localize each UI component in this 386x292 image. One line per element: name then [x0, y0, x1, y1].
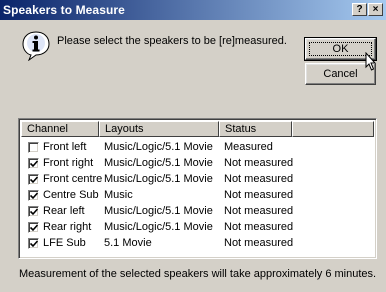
checkmark-icon [30, 192, 38, 200]
checkmark-icon [30, 176, 38, 184]
table-row[interactable]: Front right Music/Logic/5.1 Movie Not me… [21, 156, 375, 172]
status-cell: Not measured [224, 221, 294, 233]
table-row[interactable]: LFE Sub 5.1 Movie Not measured [21, 236, 375, 252]
channel-cell: Rear left [43, 205, 85, 217]
checkbox[interactable] [28, 174, 39, 185]
info-icon [22, 31, 50, 61]
table-row[interactable]: Rear right Music/Logic/5.1 Movie Not mea… [21, 220, 375, 236]
checkbox[interactable] [28, 158, 39, 169]
column-header-channel[interactable]: Channel [21, 121, 99, 137]
layouts-cell: Music/Logic/5.1 Movie [104, 157, 213, 169]
channel-cell: Front left [43, 141, 87, 153]
layouts-cell: Music/Logic/5.1 Movie [104, 221, 213, 233]
layouts-cell: Music/Logic/5.1 Movie [104, 141, 213, 153]
speaker-list[interactable]: Channel Layouts Status Front left Music/… [18, 118, 377, 259]
focus-rect [309, 42, 372, 56]
cancel-label: Cancel [323, 68, 358, 80]
checkbox[interactable] [28, 222, 39, 233]
status-cell: Not measured [224, 237, 294, 249]
column-header-blank [292, 121, 374, 137]
checkmark-icon [30, 208, 38, 216]
column-header-status[interactable]: Status [219, 121, 292, 137]
checkbox[interactable] [28, 142, 39, 153]
checkmark-icon [30, 160, 38, 168]
channel-cell: Centre Sub [43, 189, 99, 201]
prompt-text: Please select the speakers to be [re]mea… [57, 35, 287, 47]
checkbox[interactable] [28, 206, 39, 217]
status-cell: Not measured [224, 189, 294, 201]
table-row[interactable]: Front left Music/Logic/5.1 Movie Measure… [21, 140, 375, 156]
close-button[interactable]: × [368, 3, 383, 16]
column-header-layouts[interactable]: Layouts [99, 121, 219, 137]
mouse-pointer-icon [365, 52, 377, 71]
channel-cell: Rear right [43, 221, 92, 233]
table-row[interactable]: Rear left Music/Logic/5.1 Movie Not meas… [21, 204, 375, 220]
checkbox[interactable] [28, 238, 39, 249]
help-button[interactable]: ? [352, 3, 367, 16]
status-cell: Measured [224, 141, 273, 153]
table-row[interactable]: Centre Sub Music Not measured [21, 188, 375, 204]
speakers-dialog: Speakers to Measure ? × Please select th… [0, 0, 386, 292]
title-bar[interactable]: Speakers to Measure ? × [0, 0, 386, 20]
status-cell: Not measured [224, 205, 294, 217]
layouts-cell: Music [104, 189, 133, 201]
channel-cell: LFE Sub [43, 237, 86, 249]
layouts-cell: 5.1 Movie [104, 237, 152, 249]
channel-cell: Front right [43, 157, 94, 169]
table-row[interactable]: Front centre Music/Logic/5.1 Movie Not m… [21, 172, 375, 188]
channel-cell: Front centre [43, 173, 103, 185]
status-cell: Not measured [224, 173, 294, 185]
checkmark-icon [30, 240, 38, 248]
status-cell: Not measured [224, 157, 294, 169]
checkbox[interactable] [28, 190, 39, 201]
window-title: Speakers to Measure [3, 3, 125, 17]
duration-note: Measurement of the selected speakers wil… [19, 268, 377, 280]
layouts-cell: Music/Logic/5.1 Movie [104, 205, 213, 217]
checkmark-icon [30, 224, 38, 232]
layouts-cell: Music/Logic/5.1 Movie [104, 173, 213, 185]
